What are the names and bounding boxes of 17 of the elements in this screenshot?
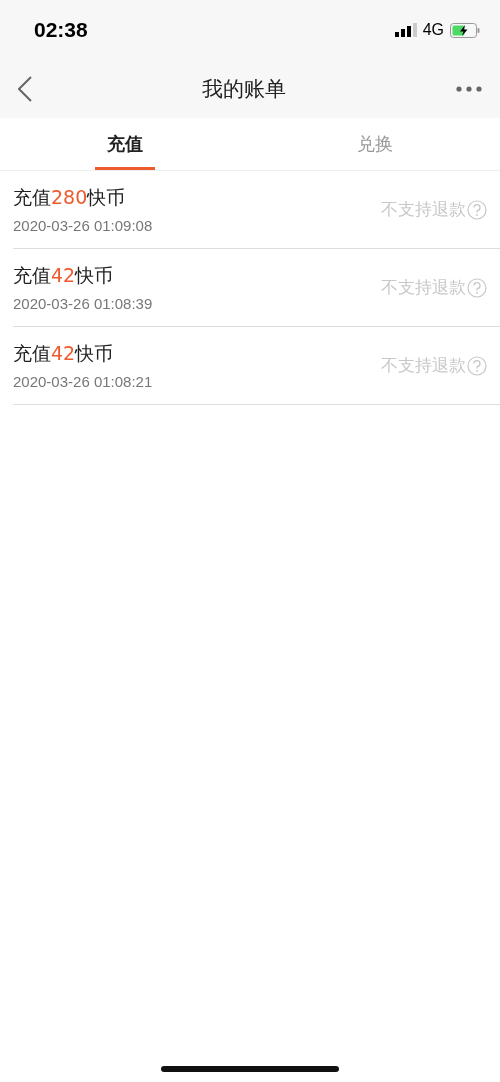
page-title: 我的账单 (202, 76, 286, 103)
record-time: 2020-03-26 01:09:08 (13, 217, 153, 234)
help-icon[interactable] (467, 355, 487, 376)
record-title: 充值42快币 (13, 341, 115, 366)
help-icon[interactable] (467, 277, 487, 298)
record-title: 充值42快币 (13, 263, 115, 288)
more-icon[interactable] (456, 86, 482, 92)
help-icon[interactable] (467, 199, 487, 220)
record-title: 充值280快币 (13, 185, 127, 210)
signal-icon (394, 23, 417, 37)
network-type: 4G (422, 21, 444, 39)
record-time: 2020-03-26 01:08:21 (13, 373, 153, 390)
status-time: 02:38 (34, 18, 88, 42)
tab[interactable]: 充值 (95, 118, 155, 170)
record-time: 2020-03-26 01:08:39 (13, 295, 153, 312)
battery-charging-icon (450, 22, 480, 38)
back-icon[interactable] (18, 76, 32, 102)
